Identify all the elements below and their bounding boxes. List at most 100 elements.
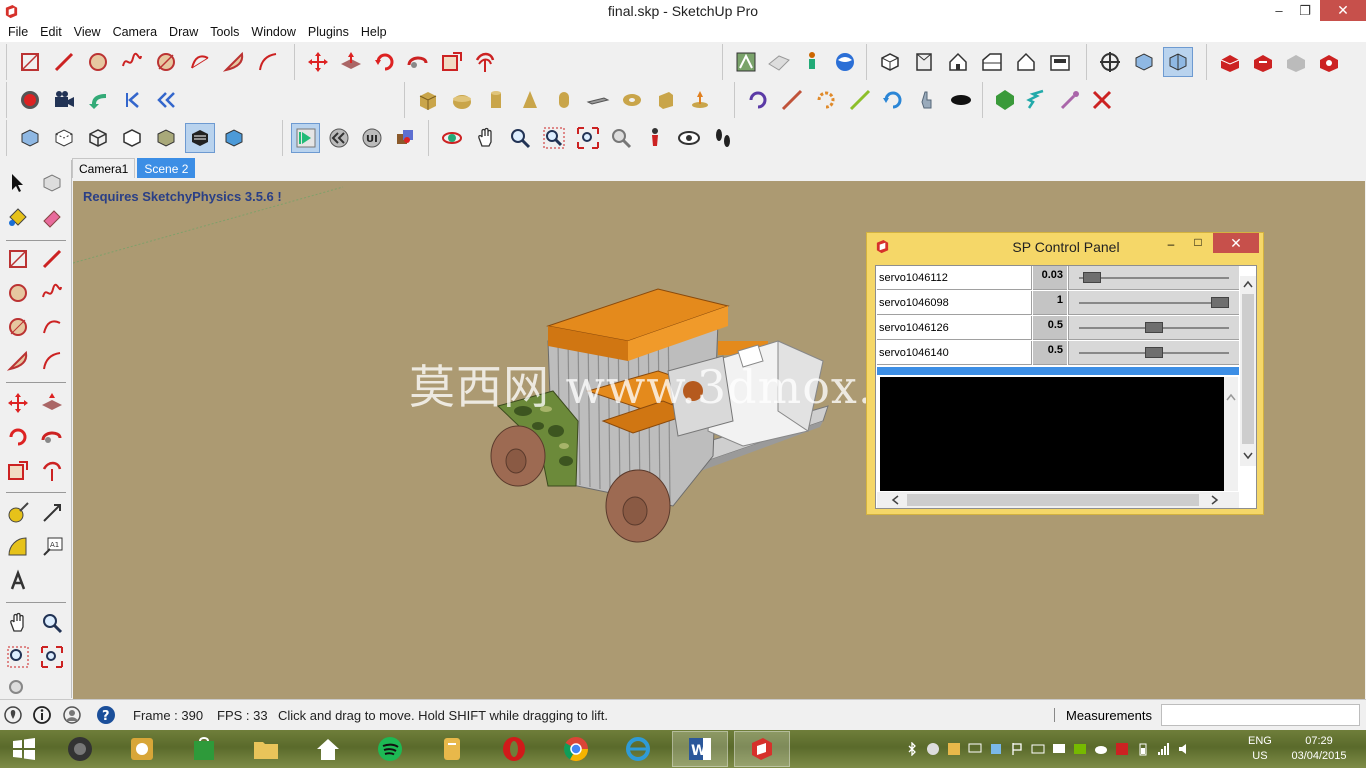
taskbar-sketchup-app[interactable]: [734, 731, 790, 767]
taskbar-notes-app[interactable]: [424, 731, 480, 767]
tape-measure-icon[interactable]: [3, 498, 33, 528]
make-component-icon[interactable]: [37, 168, 67, 198]
monitor-icon[interactable]: [968, 742, 982, 756]
dimension-icon[interactable]: [37, 498, 67, 528]
walk-icon[interactable]: [708, 123, 738, 153]
sp-minimize-button[interactable]: –: [1163, 237, 1179, 253]
piston-icon[interactable]: [845, 85, 875, 115]
offset-icon[interactable]: [471, 47, 501, 77]
flag-icon[interactable]: [1010, 742, 1024, 756]
scale-tool-icon[interactable]: [3, 456, 33, 486]
follow-me-tool-icon[interactable]: [37, 422, 67, 452]
taskbar-store-app[interactable]: [176, 731, 232, 767]
record-icon[interactable]: [15, 85, 45, 115]
spring-icon[interactable]: [1023, 85, 1051, 115]
line-tool-icon[interactable]: [37, 244, 67, 274]
bluetooth-icon[interactable]: [905, 741, 919, 757]
slider-joint-icon[interactable]: [777, 85, 807, 115]
chevron-left-icon[interactable]: [891, 495, 899, 505]
taskbar-chrome-app[interactable]: [548, 731, 604, 767]
zoom-window-tool-icon[interactable]: [3, 642, 33, 672]
chevron-down-icon[interactable]: [1243, 452, 1253, 460]
right-view-icon[interactable]: [977, 47, 1007, 77]
monochrome-icon[interactable]: [219, 123, 249, 153]
taskbar-home-app[interactable]: [300, 731, 356, 767]
orbit-icon[interactable]: [437, 123, 467, 153]
delete-joint-icon[interactable]: [1088, 85, 1116, 115]
sp-close-button[interactable]: ✕: [1213, 233, 1259, 253]
zoom-tool-icon[interactable]: [37, 608, 67, 638]
share-model-icon[interactable]: [1248, 47, 1277, 77]
taskbar-photo-app[interactable]: [114, 731, 170, 767]
gear-joint-icon[interactable]: [1056, 85, 1084, 115]
motor-icon[interactable]: [878, 85, 908, 115]
arc-icon[interactable]: [185, 47, 215, 77]
hinge-icon[interactable]: [743, 85, 773, 115]
share-component-icon[interactable]: [1282, 47, 1311, 77]
position-camera-icon[interactable]: [640, 123, 670, 153]
menu-view[interactable]: View: [74, 23, 109, 42]
zoom-window-icon[interactable]: [539, 123, 569, 153]
menu-file[interactable]: File: [8, 23, 36, 42]
cone-icon[interactable]: [515, 85, 545, 115]
update-icon[interactable]: [947, 742, 961, 756]
restore-button[interactable]: ❐: [1292, 0, 1318, 22]
sp-panel-titlebar[interactable]: SP Control Panel – □ ✕: [867, 233, 1265, 261]
close-button[interactable]: ✕: [1320, 0, 1366, 21]
pencil-icon[interactable]: [49, 47, 79, 77]
add-location-icon[interactable]: [731, 47, 760, 77]
arc-3point-tool-icon[interactable]: [37, 346, 67, 376]
battery-icon[interactable]: [1136, 742, 1150, 756]
back-edges-icon[interactable]: [49, 123, 79, 153]
torus-icon[interactable]: [617, 85, 647, 115]
freehand-tool-icon[interactable]: [37, 278, 67, 308]
hidden-line-icon[interactable]: [117, 123, 147, 153]
slider-thumb[interactable]: [1082, 272, 1101, 283]
camera-icon[interactable]: [49, 85, 79, 115]
finger-icon[interactable]: [912, 85, 942, 115]
taskbar-opera-app[interactable]: [486, 731, 542, 767]
move-tool-icon[interactable]: [3, 388, 33, 418]
arc-3point-icon[interactable]: [253, 47, 283, 77]
street-view-icon[interactable]: [798, 47, 827, 77]
axes-icon[interactable]: [3, 566, 33, 596]
arc-tool-icon[interactable]: [37, 312, 67, 342]
rectangle-tool-icon[interactable]: [3, 244, 33, 274]
plate-icon[interactable]: [583, 85, 613, 115]
slider-thumb[interactable]: [1145, 322, 1163, 333]
google-earth-icon[interactable]: [831, 47, 860, 77]
magnet-icon[interactable]: [946, 85, 976, 115]
menu-tools[interactable]: Tools: [210, 23, 247, 42]
iso-view-icon[interactable]: [875, 47, 905, 77]
circle-tool-icon[interactable]: [3, 278, 33, 308]
warehouse-icon[interactable]: [1215, 47, 1244, 77]
chamfer-box-icon[interactable]: [651, 85, 681, 115]
step-back-icon[interactable]: [117, 85, 147, 115]
zoom-icon[interactable]: [505, 123, 535, 153]
scale-icon[interactable]: [437, 47, 467, 77]
shaded-textures-icon[interactable]: [185, 123, 215, 153]
menu-edit[interactable]: Edit: [40, 23, 70, 42]
shaded-icon[interactable]: [151, 123, 181, 153]
play-simulation-icon[interactable]: [291, 123, 321, 153]
pan-tool-icon[interactable]: [3, 608, 33, 638]
taskbar-spotify-app[interactable]: [362, 731, 418, 767]
sp-console-output[interactable]: [880, 377, 1224, 491]
menu-window[interactable]: Window: [251, 23, 303, 42]
wireframe-icon[interactable]: [83, 123, 113, 153]
servo-slider[interactable]: [1068, 341, 1239, 365]
scene-tab-camera1[interactable]: Camera1: [72, 158, 136, 178]
slider-thumb[interactable]: [1145, 347, 1163, 358]
push-pull-tool-icon[interactable]: [37, 388, 67, 418]
taskbar-word-app[interactable]: W: [672, 731, 728, 767]
extension-warehouse-icon[interactable]: [1315, 47, 1344, 77]
ui-icon[interactable]: UI: [358, 123, 387, 153]
polygon-icon[interactable]: [151, 47, 181, 77]
text-tool-icon[interactable]: A1: [37, 532, 67, 562]
nvidia-icon[interactable]: [1073, 742, 1087, 756]
pie-icon[interactable]: [219, 47, 249, 77]
taskbar-speaker-app[interactable]: [52, 731, 108, 767]
rewind-icon[interactable]: [83, 85, 113, 115]
help-icon[interactable]: ?: [96, 705, 116, 725]
rectangle-icon[interactable]: [15, 47, 45, 77]
